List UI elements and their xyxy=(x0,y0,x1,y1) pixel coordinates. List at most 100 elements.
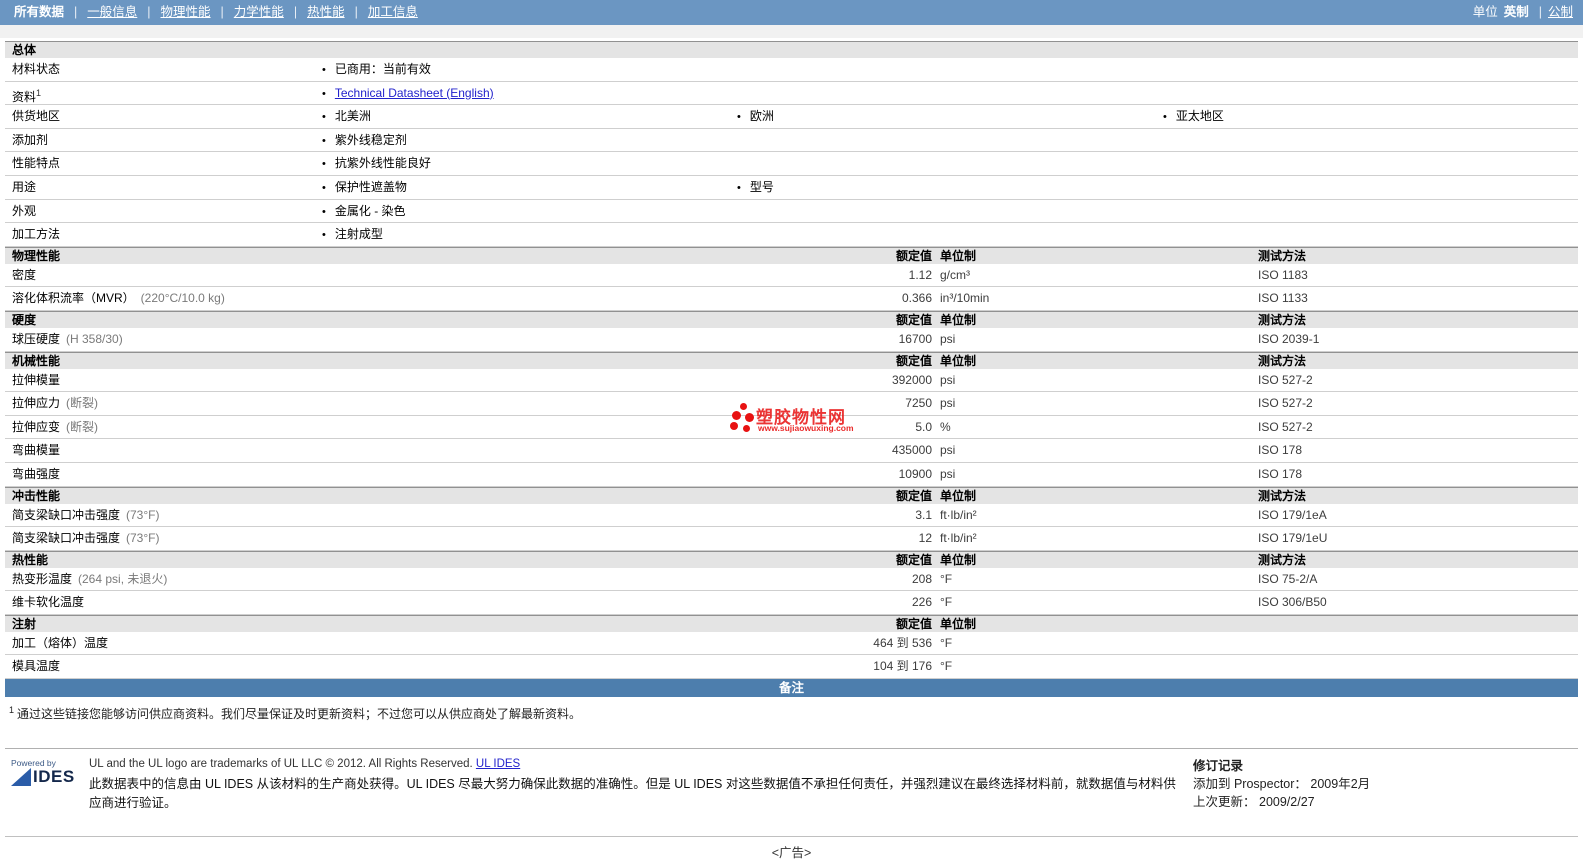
property-test-method: ISO 179/1eU xyxy=(1258,531,1328,546)
section-title: 硬度 xyxy=(12,312,37,327)
bullet-text: 注射成型 xyxy=(334,227,383,242)
col-header-unit: 单位制 xyxy=(940,353,977,368)
general-row: 资料1 • Technical Datasheet (English) xyxy=(5,82,1578,106)
property-unit: psi xyxy=(940,331,956,346)
property-condition: (断裂) xyxy=(66,396,99,411)
general-row: 材料状态 • 已商用：当前有效 xyxy=(5,58,1578,82)
property-test-method: ISO 1183 xyxy=(1258,267,1308,282)
bullet-value: • 亚太地区 xyxy=(1163,105,1224,129)
property-value: 226 xyxy=(911,595,932,610)
row-label: 材料状态 xyxy=(12,62,61,76)
revision-added-label: 添加到 Prospector： xyxy=(1193,777,1307,792)
footer: Powered by IDES UL and the UL logo are t… xyxy=(5,748,1578,828)
bullet-value: • 欧洲 xyxy=(737,105,774,129)
property-unit: g/cm³ xyxy=(940,267,970,282)
col-header-value: 额定值 xyxy=(895,248,932,263)
property-unit: °F xyxy=(940,595,953,610)
section-title: 热性能 xyxy=(12,552,49,567)
bullet-icon: • xyxy=(322,64,326,76)
property-unit: ft·lb/in² xyxy=(940,531,977,546)
nav-item-3[interactable]: 力学性能 xyxy=(234,5,284,19)
datasheet-page: 总体 材料状态 • 已商用：当前有效 资料1 • Technical Datasheet (… xyxy=(5,41,1578,861)
general-row: 外观 • 金属化 - 染色 xyxy=(5,200,1578,224)
property-row: 拉伸模量 392000 psi ISO 527-2 xyxy=(5,369,1578,393)
col-header-value: 额定值 xyxy=(895,353,932,368)
ides-logo: Powered by IDES xyxy=(11,758,75,787)
row-label: 资料1 xyxy=(12,87,42,104)
property-label: 溶化体积流率（MVR） xyxy=(12,291,135,306)
col-header-method: 测试方法 xyxy=(1258,353,1307,368)
row-label: 加工方法 xyxy=(12,227,61,242)
property-unit: psi xyxy=(940,396,956,411)
property-label: 拉伸模量 xyxy=(12,372,61,387)
unit-metric-link[interactable]: 公制 xyxy=(1548,5,1573,19)
bullet-value: • 注射成型 xyxy=(322,223,383,247)
property-value: 435000 xyxy=(891,443,932,458)
revision-updated: 上次更新： 2009/2/27 xyxy=(1193,793,1370,811)
property-row: 热变形温度 (264 psi, 未退火) 208 °F ISO 75-2/A xyxy=(5,568,1578,592)
col-header-value: 额定值 xyxy=(895,488,932,503)
bullet-value: • 型号 xyxy=(737,176,774,200)
property-label: 热变形温度 xyxy=(12,571,73,586)
property-row: 密度 1.12 g/cm³ ISO 1183 xyxy=(5,264,1578,288)
property-label: 维卡软化温度 xyxy=(12,595,85,610)
row-label: 性能特点 xyxy=(12,156,61,171)
property-condition: (264 psi, 未退火) xyxy=(78,571,168,586)
property-label: 弯曲模量 xyxy=(12,443,61,458)
property-value: 3.1 xyxy=(915,507,932,522)
property-label: 球压硬度 xyxy=(12,331,61,346)
ides-logo-text: IDES xyxy=(33,767,75,787)
revision-updated-value: 2009/2/27 xyxy=(1259,795,1315,810)
section-header: 注射 额定值 单位制 xyxy=(5,614,1578,632)
property-row: 弯曲模量 435000 psi ISO 178 xyxy=(5,439,1578,463)
bullet-text: 已商用：当前有效 xyxy=(334,62,431,76)
ad-label: <广告> xyxy=(771,846,812,861)
property-value: 12 xyxy=(918,531,932,546)
property-row: 溶化体积流率（MVR） (220°C/10.0 kg) 0.366 in³/10min… xyxy=(5,287,1578,311)
property-condition: (73°F) xyxy=(126,531,160,546)
ul-ides-link[interactable]: UL IDES xyxy=(476,758,520,770)
section-title: 冲击性能 xyxy=(12,488,61,503)
bullet-text: 亚太地区 xyxy=(1175,109,1224,124)
property-test-method: ISO 527-2 xyxy=(1258,419,1313,434)
datasheet-link[interactable]: Technical Datasheet (English) xyxy=(335,86,494,100)
property-value: 208 xyxy=(911,571,932,586)
nav-item-all-data: 所有数据 xyxy=(14,5,65,19)
notes-banner: 备注 xyxy=(5,679,1578,698)
revision-added-value: 2009年2月 xyxy=(1310,777,1371,792)
property-unit: °F xyxy=(940,635,953,650)
col-header-unit: 单位制 xyxy=(940,616,977,631)
property-test-method: ISO 75-2/A xyxy=(1258,571,1318,586)
nav-item-1[interactable]: 一般信息 xyxy=(87,5,137,19)
bullet-value: • 北美洲 xyxy=(322,105,371,129)
bullet-value: • 金属化 - 染色 xyxy=(322,200,406,224)
footer-text: UL and the UL logo are trademarks of UL … xyxy=(89,758,1178,811)
bullet-text: 金属化 - 染色 xyxy=(334,203,406,218)
bullet-text: 型号 xyxy=(749,179,774,194)
footer-disclaimer: 此数据表中的信息由 UL IDES 从该材料的生产商处获得。UL IDES 尽最… xyxy=(89,777,1176,811)
nav-item-4[interactable]: 热性能 xyxy=(307,5,345,19)
property-row: 弯曲强度 10900 psi ISO 178 xyxy=(5,463,1578,487)
property-label: 弯曲强度 xyxy=(12,466,61,481)
bullet-icon: • xyxy=(737,181,741,194)
section-header: 热性能 额定值 单位制 测试方法 xyxy=(5,550,1578,568)
nav-separator: | xyxy=(1538,5,1542,19)
bullet-text: 保护性遮盖物 xyxy=(334,179,407,194)
property-row: 维卡软化温度 226 °F ISO 306/B50 xyxy=(5,591,1578,615)
general-row: 供货地区 • 北美洲 • 欧洲 • 亚太地区 xyxy=(5,105,1578,129)
revision-updated-label: 上次更新： xyxy=(1193,795,1256,810)
bullet-icon: • xyxy=(322,158,326,171)
property-test-method: ISO 527-2 xyxy=(1258,396,1313,411)
bullet-value: • 已商用：当前有效 xyxy=(322,58,431,82)
nav-separator: | xyxy=(220,5,224,19)
bullet-icon: • xyxy=(322,205,326,218)
row-label: 用途 xyxy=(12,179,37,194)
nav-separator: | xyxy=(354,5,358,19)
bullet-icon: • xyxy=(322,181,326,194)
property-value: 0.366 xyxy=(901,291,932,306)
property-test-method: ISO 306/B50 xyxy=(1258,595,1327,610)
top-navbar: 所有数据 | 一般信息 | 物理性能 | 力学性能 | 热性能 | 加工信息 单位 英制 | 公制 xyxy=(0,0,1583,25)
nav-item-2[interactable]: 物理性能 xyxy=(161,5,211,19)
nav-item-5[interactable]: 加工信息 xyxy=(368,5,418,19)
col-header-value: 额定值 xyxy=(895,552,932,567)
